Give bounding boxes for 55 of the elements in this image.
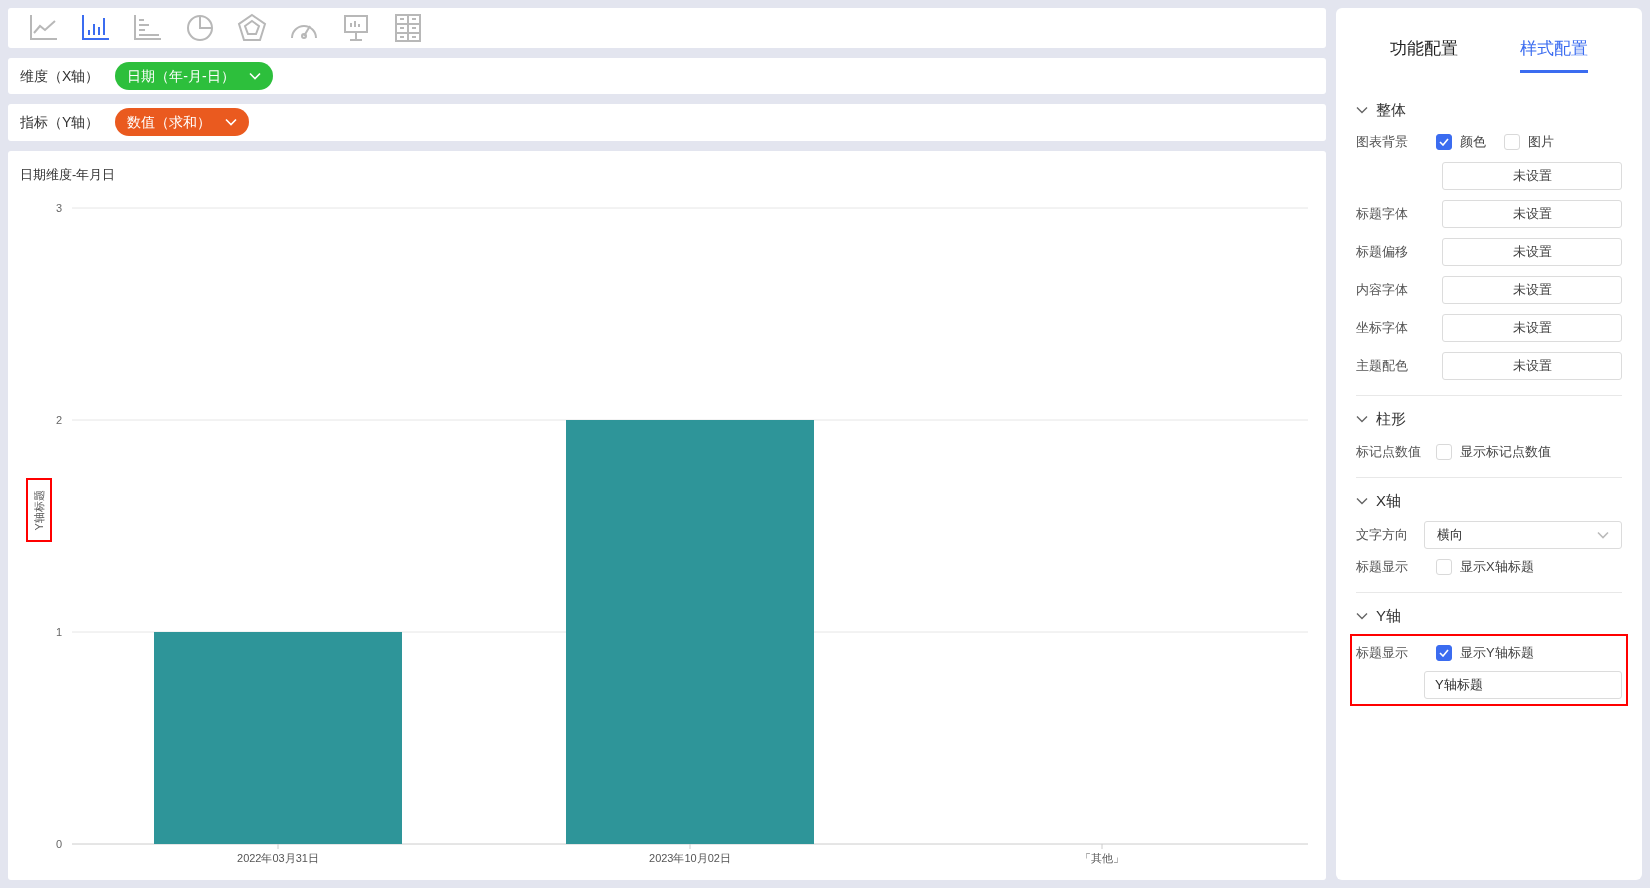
field-label: 维度（X轴） [20,66,100,86]
chevron-down-icon [1597,531,1609,539]
settings-button[interactable]: 未设置 [1442,162,1622,190]
tab[interactable]: 功能配置 [1390,36,1458,73]
section-header[interactable]: 整体 [1356,98,1622,121]
section-header[interactable]: 柱形 [1356,408,1622,431]
settings-button[interactable]: 未设置 [1442,314,1622,342]
radar-chart-icon[interactable] [236,12,268,44]
y-tick-label: 3 [55,202,62,214]
setting-label: 图表背景 [1356,133,1409,152]
settings-button[interactable]: 未设置 [1442,276,1622,304]
y-tick-label: 0 [55,838,62,850]
section-header[interactable]: X轴 [1356,489,1622,512]
chevron-down-icon [1356,105,1368,114]
setting-label: 主题配色 [1356,357,1409,376]
y-tick-label: 1 [55,626,62,638]
field-label: 指标（Y轴） [20,112,100,132]
checkbox-label: 显示标记点数值 [1460,442,1551,461]
table-chart-icon[interactable] [392,12,424,44]
chart-title: 日期维度-年月日 [20,165,117,184]
setting-label: 文字方向 [1356,526,1409,545]
x-tick-label: 「其他」 [1080,852,1124,864]
checkbox-label: 图片 [1528,133,1554,152]
settings-button[interactable]: 未设置 [1442,238,1622,266]
section-header[interactable]: Y轴 [1356,605,1622,628]
direction-select[interactable]: 横向 [1424,521,1622,549]
chevron-down-icon [1356,415,1368,424]
setting-label: 标题字体 [1356,205,1409,224]
setting-label: 内容字体 [1356,281,1409,300]
pie-chart-icon[interactable] [184,12,216,44]
y-axis-title-input[interactable]: Y轴标题 [1424,670,1622,699]
setting-label: 标记点数值 [1356,442,1422,461]
check-icon [1439,648,1449,657]
chevron-down-icon [1356,612,1368,621]
x-tick-label: 2023年10月02日 [649,852,731,864]
checkbox-label: 显示Y轴标题 [1460,643,1534,662]
y-tick-label: 2 [55,414,62,426]
chevron-down-icon [1356,496,1368,505]
check-icon [1439,138,1449,146]
setting-label: 标题显示 [1356,558,1409,577]
y-axis-title: Y轴标题 [31,489,46,531]
checkbox-label: 颜色 [1460,133,1486,152]
checkbox-label: 显示X轴标题 [1460,558,1534,577]
setting-label: 标题偏移 [1356,243,1409,262]
checkbox[interactable] [1436,644,1452,661]
settings-button[interactable]: 未设置 [1442,352,1622,380]
setting-label: 坐标字体 [1356,319,1409,338]
setting-label: 标题显示 [1356,643,1409,662]
caret-icon [225,118,238,127]
measure-pill[interactable]: 数值（求和） [115,108,250,137]
caret-icon [248,72,261,81]
checkbox[interactable] [1436,134,1452,150]
tab[interactable]: 样式配置 [1520,36,1588,73]
settings-button[interactable]: 未设置 [1442,200,1622,228]
x-tick-label: 2022年03月31日 [237,852,319,864]
